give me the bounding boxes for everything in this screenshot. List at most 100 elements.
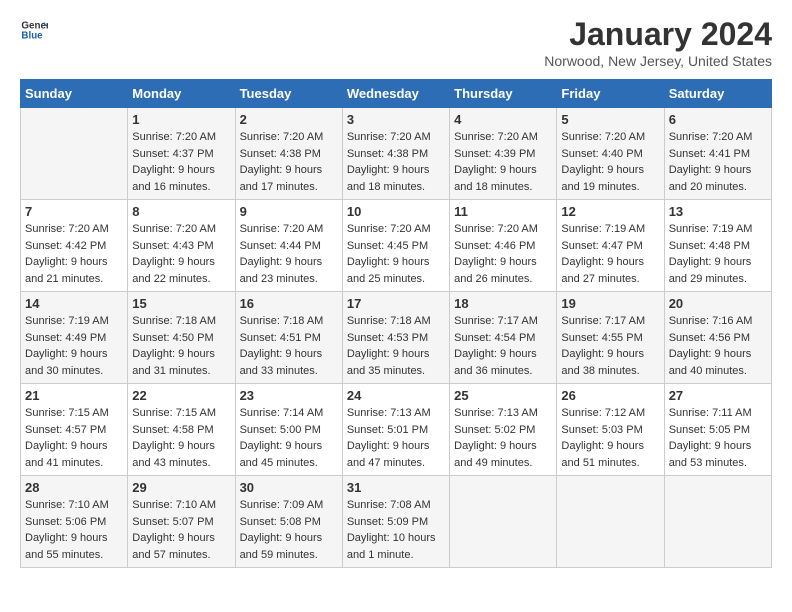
- calendar-cell: 27 Sunrise: 7:11 AM Sunset: 5:05 PM Dayli…: [664, 384, 771, 476]
- day-number: 28: [25, 480, 123, 495]
- calendar-cell: 11 Sunrise: 7:20 AM Sunset: 4:46 PM Dayli…: [450, 200, 557, 292]
- weekday-header-monday: Monday: [128, 80, 235, 108]
- day-number: 24: [347, 388, 445, 403]
- day-number: 27: [669, 388, 767, 403]
- day-info: Sunrise: 7:20 AM Sunset: 4:38 PM Dayligh…: [347, 129, 445, 195]
- calendar-cell: 9 Sunrise: 7:20 AM Sunset: 4:44 PM Daylig…: [235, 200, 342, 292]
- day-number: 29: [132, 480, 230, 495]
- calendar-cell: 21 Sunrise: 7:15 AM Sunset: 4:57 PM Dayli…: [21, 384, 128, 476]
- calendar-cell: [450, 476, 557, 568]
- calendar-cell: 30Sunrise: 7:09 AM Sunset: 5:08 PM Dayli…: [235, 476, 342, 568]
- day-info: Sunrise: 7:14 AM Sunset: 5:00 PM Dayligh…: [240, 405, 338, 471]
- title-area: January 2024 Norwood, New Jersey, United…: [544, 16, 772, 69]
- calendar-cell: 16Sunrise: 7:18 AM Sunset: 4:51 PM Dayli…: [235, 292, 342, 384]
- page-subtitle: Norwood, New Jersey, United States: [544, 53, 772, 69]
- weekday-header-row: SundayMondayTuesdayWednesdayThursdayFrid…: [21, 80, 772, 108]
- calendar-cell: 24 Sunrise: 7:13 AM Sunset: 5:01 PM Dayli…: [342, 384, 449, 476]
- day-number: 9: [240, 204, 338, 219]
- day-info: Sunrise: 7:17 AM Sunset: 4:55 PM Dayligh…: [561, 313, 659, 379]
- day-info: Sunrise: 7:18 AM Sunset: 4:50 PM Dayligh…: [132, 313, 230, 379]
- calendar-cell: 25Sunrise: 7:13 AM Sunset: 5:02 PM Dayli…: [450, 384, 557, 476]
- day-number: 22: [132, 388, 230, 403]
- calendar-week-row: 21 Sunrise: 7:15 AM Sunset: 4:57 PM Dayli…: [21, 384, 772, 476]
- day-number: 20: [669, 296, 767, 311]
- calendar-cell: 14 Sunrise: 7:19 AM Sunset: 4:49 PM Dayli…: [21, 292, 128, 384]
- calendar-cell: 18 Sunrise: 7:17 AM Sunset: 4:54 PM Dayli…: [450, 292, 557, 384]
- day-info: Sunrise: 7:10 AM Sunset: 5:07 PM Dayligh…: [132, 497, 230, 563]
- day-number: 8: [132, 204, 230, 219]
- calendar-week-row: 1Sunrise: 7:20 AM Sunset: 4:37 PM Daylig…: [21, 108, 772, 200]
- weekday-header-friday: Friday: [557, 80, 664, 108]
- day-info: Sunrise: 7:19 AM Sunset: 4:49 PM Dayligh…: [25, 313, 123, 379]
- calendar-cell: 19 Sunrise: 7:17 AM Sunset: 4:55 PM Dayli…: [557, 292, 664, 384]
- day-number: 21: [25, 388, 123, 403]
- day-number: 17: [347, 296, 445, 311]
- day-info: Sunrise: 7:20 AM Sunset: 4:39 PM Dayligh…: [454, 129, 552, 195]
- weekday-header-sunday: Sunday: [21, 80, 128, 108]
- calendar-cell: 23 Sunrise: 7:14 AM Sunset: 5:00 PM Dayli…: [235, 384, 342, 476]
- day-info: Sunrise: 7:16 AM Sunset: 4:56 PM Dayligh…: [669, 313, 767, 379]
- day-info: Sunrise: 7:13 AM Sunset: 5:01 PM Dayligh…: [347, 405, 445, 471]
- calendar-cell: 28 Sunrise: 7:10 AM Sunset: 5:06 PM Dayli…: [21, 476, 128, 568]
- day-info: Sunrise: 7:11 AM Sunset: 5:05 PM Dayligh…: [669, 405, 767, 471]
- day-info: Sunrise: 7:20 AM Sunset: 4:46 PM Dayligh…: [454, 221, 552, 287]
- day-number: 31: [347, 480, 445, 495]
- weekday-header-thursday: Thursday: [450, 80, 557, 108]
- calendar-cell: 20 Sunrise: 7:16 AM Sunset: 4:56 PM Dayli…: [664, 292, 771, 384]
- day-info: Sunrise: 7:17 AM Sunset: 4:54 PM Dayligh…: [454, 313, 552, 379]
- calendar-cell: 10 Sunrise: 7:20 AM Sunset: 4:45 PM Dayli…: [342, 200, 449, 292]
- calendar-cell: [664, 476, 771, 568]
- day-info: Sunrise: 7:20 AM Sunset: 4:41 PM Dayligh…: [669, 129, 767, 195]
- day-number: 26: [561, 388, 659, 403]
- day-info: Sunrise: 7:08 AM Sunset: 5:09 PM Dayligh…: [347, 497, 445, 563]
- calendar-cell: 2 Sunrise: 7:20 AM Sunset: 4:38 PM Daylig…: [235, 108, 342, 200]
- day-info: Sunrise: 7:20 AM Sunset: 4:43 PM Dayligh…: [132, 221, 230, 287]
- calendar-cell: 7 Sunrise: 7:20 AM Sunset: 4:42 PM Daylig…: [21, 200, 128, 292]
- day-info: Sunrise: 7:20 AM Sunset: 4:45 PM Dayligh…: [347, 221, 445, 287]
- calendar-cell: [557, 476, 664, 568]
- day-number: 6: [669, 112, 767, 127]
- day-info: Sunrise: 7:10 AM Sunset: 5:06 PM Dayligh…: [25, 497, 123, 563]
- day-number: 19: [561, 296, 659, 311]
- day-info: Sunrise: 7:15 AM Sunset: 4:58 PM Dayligh…: [132, 405, 230, 471]
- day-number: 12: [561, 204, 659, 219]
- day-info: Sunrise: 7:20 AM Sunset: 4:38 PM Dayligh…: [240, 129, 338, 195]
- calendar-cell: 26Sunrise: 7:12 AM Sunset: 5:03 PM Dayli…: [557, 384, 664, 476]
- day-number: 5: [561, 112, 659, 127]
- weekday-header-saturday: Saturday: [664, 80, 771, 108]
- day-info: Sunrise: 7:18 AM Sunset: 4:53 PM Dayligh…: [347, 313, 445, 379]
- calendar-cell: 5 Sunrise: 7:20 AM Sunset: 4:40 PM Daylig…: [557, 108, 664, 200]
- calendar-cell: 3 Sunrise: 7:20 AM Sunset: 4:38 PM Daylig…: [342, 108, 449, 200]
- logo: General Blue: [20, 16, 48, 44]
- calendar-cell: 29 Sunrise: 7:10 AM Sunset: 5:07 PM Dayli…: [128, 476, 235, 568]
- day-number: 14: [25, 296, 123, 311]
- calendar-cell: 4 Sunrise: 7:20 AM Sunset: 4:39 PM Daylig…: [450, 108, 557, 200]
- day-number: 11: [454, 204, 552, 219]
- day-number: 4: [454, 112, 552, 127]
- day-number: 10: [347, 204, 445, 219]
- day-info: Sunrise: 7:20 AM Sunset: 4:42 PM Dayligh…: [25, 221, 123, 287]
- day-number: 2: [240, 112, 338, 127]
- day-number: 13: [669, 204, 767, 219]
- calendar-cell: 15 Sunrise: 7:18 AM Sunset: 4:50 PM Dayli…: [128, 292, 235, 384]
- day-number: 16: [240, 296, 338, 311]
- logo-icon: General Blue: [20, 16, 48, 44]
- day-number: 23: [240, 388, 338, 403]
- calendar-cell: 17 Sunrise: 7:18 AM Sunset: 4:53 PM Dayli…: [342, 292, 449, 384]
- calendar-cell: 13Sunrise: 7:19 AM Sunset: 4:48 PM Dayli…: [664, 200, 771, 292]
- day-number: 15: [132, 296, 230, 311]
- calendar-cell: 6 Sunrise: 7:20 AM Sunset: 4:41 PM Daylig…: [664, 108, 771, 200]
- day-info: Sunrise: 7:15 AM Sunset: 4:57 PM Dayligh…: [25, 405, 123, 471]
- weekday-header-tuesday: Tuesday: [235, 80, 342, 108]
- day-info: Sunrise: 7:20 AM Sunset: 4:44 PM Dayligh…: [240, 221, 338, 287]
- calendar-cell: 31 Sunrise: 7:08 AM Sunset: 5:09 PM Dayli…: [342, 476, 449, 568]
- day-info: Sunrise: 7:20 AM Sunset: 4:40 PM Dayligh…: [561, 129, 659, 195]
- day-number: 3: [347, 112, 445, 127]
- day-number: 18: [454, 296, 552, 311]
- calendar-cell: 12Sunrise: 7:19 AM Sunset: 4:47 PM Dayli…: [557, 200, 664, 292]
- day-number: 30: [240, 480, 338, 495]
- weekday-header-wednesday: Wednesday: [342, 80, 449, 108]
- day-number: 7: [25, 204, 123, 219]
- day-info: Sunrise: 7:20 AM Sunset: 4:37 PM Dayligh…: [132, 129, 230, 195]
- page-title: January 2024: [544, 16, 772, 53]
